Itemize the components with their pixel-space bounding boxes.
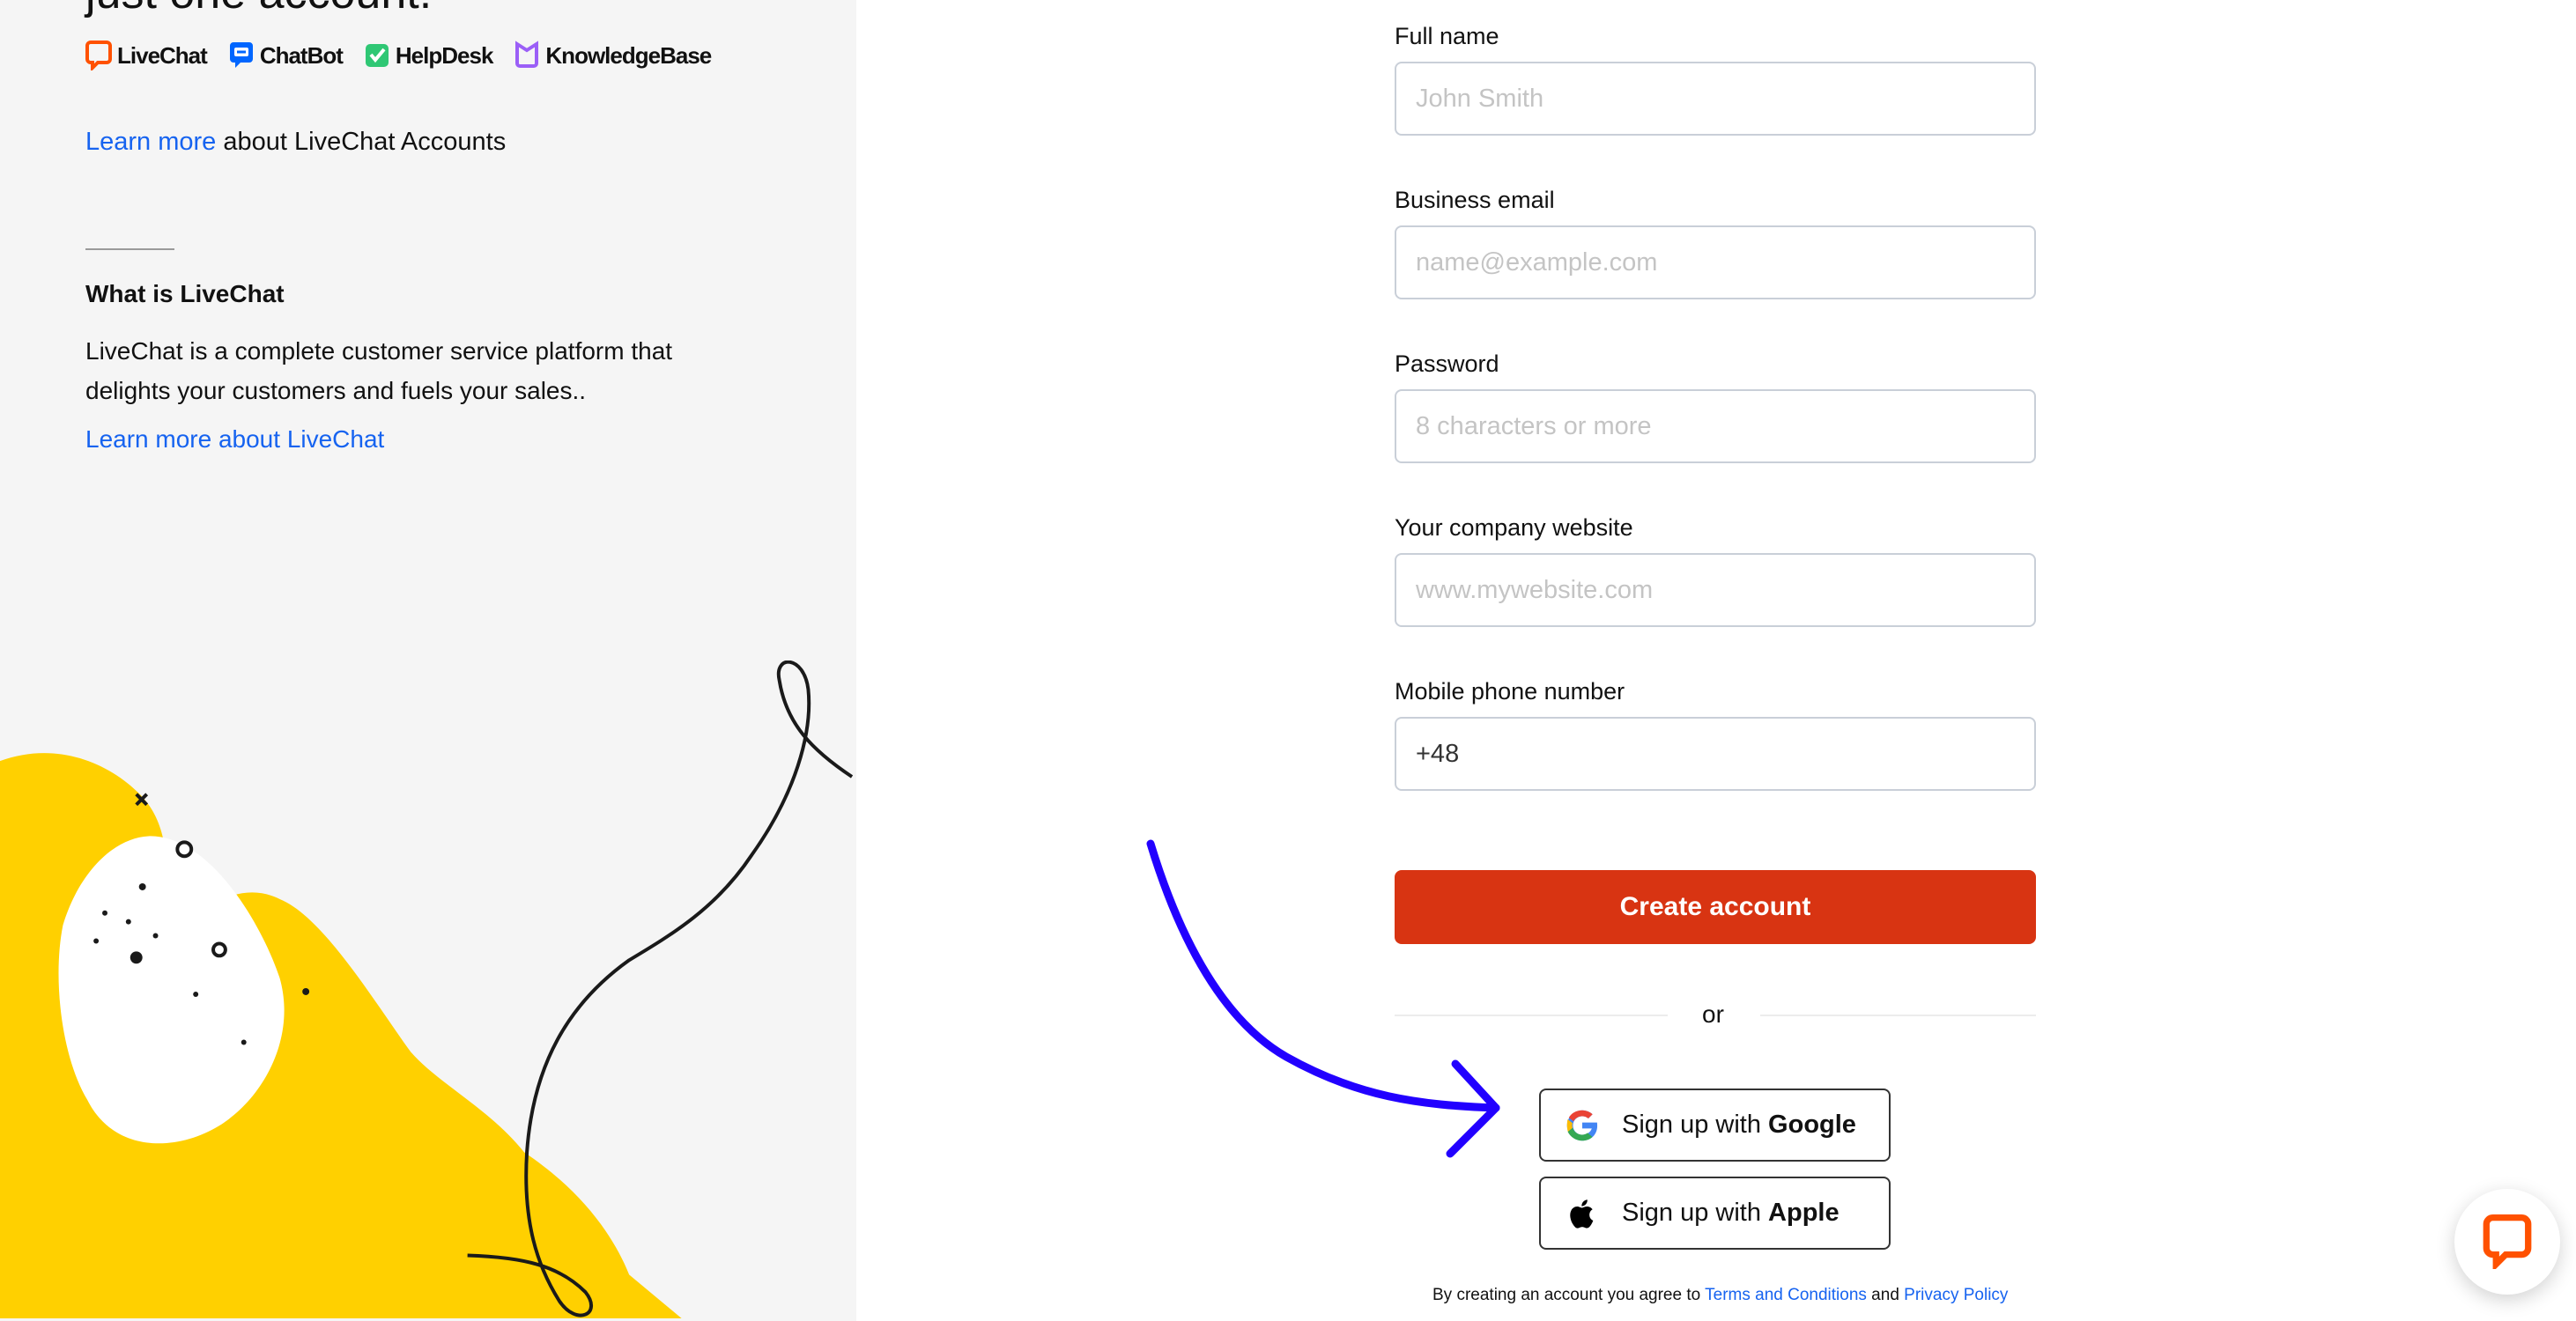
google-icon xyxy=(1566,1110,1599,1140)
terms-notice: By creating an account you agree to Term… xyxy=(1432,1286,2008,1305)
product-helpdesk: HelpDesk xyxy=(364,41,493,70)
password-input[interactable] xyxy=(1395,389,2036,463)
or-divider-right xyxy=(1760,1015,2036,1016)
what-is-livechat-description: LiveChat is a complete customer service … xyxy=(85,337,673,404)
chat-bubble-icon xyxy=(2483,1214,2532,1269)
or-divider-left xyxy=(1395,1015,1668,1016)
section-divider xyxy=(85,248,174,250)
product-name: KnowledgeBase xyxy=(545,41,712,69)
chat-widget-button[interactable] xyxy=(2454,1189,2560,1295)
google-signup-button[interactable]: Sign up with Google xyxy=(1539,1089,1891,1162)
business-email-label: Business email xyxy=(1395,187,1555,213)
terms-and-conditions-link[interactable]: Terms and Conditions xyxy=(1705,1286,1867,1304)
company-website-input[interactable] xyxy=(1395,553,2036,627)
create-account-button[interactable]: Create account xyxy=(1395,870,2036,944)
product-logos: LiveChat ChatBot HelpDesk KnowledgeBase xyxy=(85,41,712,70)
helpdesk-logo-icon xyxy=(365,44,389,67)
apple-icon xyxy=(1570,1199,1594,1229)
or-divider-text: or xyxy=(1702,1000,1724,1028)
product-name: LiveChat xyxy=(117,41,208,69)
knowledgebase-logo-icon xyxy=(515,41,539,68)
apple-button-label: Sign up with Apple xyxy=(1622,1199,1839,1227)
what-is-livechat-title: What is LiveChat xyxy=(85,280,285,307)
apple-signup-button[interactable]: Sign up with Apple xyxy=(1539,1177,1891,1250)
full-name-input[interactable] xyxy=(1395,62,2036,136)
livechat-logo-icon xyxy=(85,41,112,70)
accounts-info: Learn more about LiveChat Accounts xyxy=(85,128,506,157)
chatbot-logo-icon xyxy=(229,42,253,68)
learn-more-accounts-link[interactable]: Learn more xyxy=(85,128,216,156)
left-info-panel: just one account. LiveChat ChatBot HelpD… xyxy=(0,0,856,1321)
google-button-label: Sign up with Google xyxy=(1622,1111,1856,1139)
product-livechat: LiveChat xyxy=(85,41,208,70)
business-email-input[interactable] xyxy=(1395,225,2036,299)
learn-more-livechat-link[interactable]: Learn more about LiveChat xyxy=(85,425,384,454)
mobile-phone-label: Mobile phone number xyxy=(1395,678,1625,705)
privacy-policy-link[interactable]: Privacy Policy xyxy=(1904,1286,2008,1304)
mobile-phone-input[interactable] xyxy=(1395,717,2036,791)
full-name-label: Full name xyxy=(1395,23,1499,49)
product-knowledgebase: KnowledgeBase xyxy=(514,41,712,70)
decorative-illustration xyxy=(0,660,854,1318)
white-blob xyxy=(58,836,285,1144)
terms-and-text: and xyxy=(1866,1286,1905,1304)
password-label: Password xyxy=(1395,351,1499,377)
product-name: ChatBot xyxy=(259,41,344,69)
product-chatbot: ChatBot xyxy=(228,41,344,70)
hero-heading: just one account. xyxy=(85,0,432,19)
terms-prefix: By creating an account you agree to xyxy=(1432,1286,1706,1304)
company-website-label: Your company website xyxy=(1395,514,1633,541)
accounts-text: about LiveChat Accounts xyxy=(216,128,507,156)
product-name: HelpDesk xyxy=(395,41,493,69)
